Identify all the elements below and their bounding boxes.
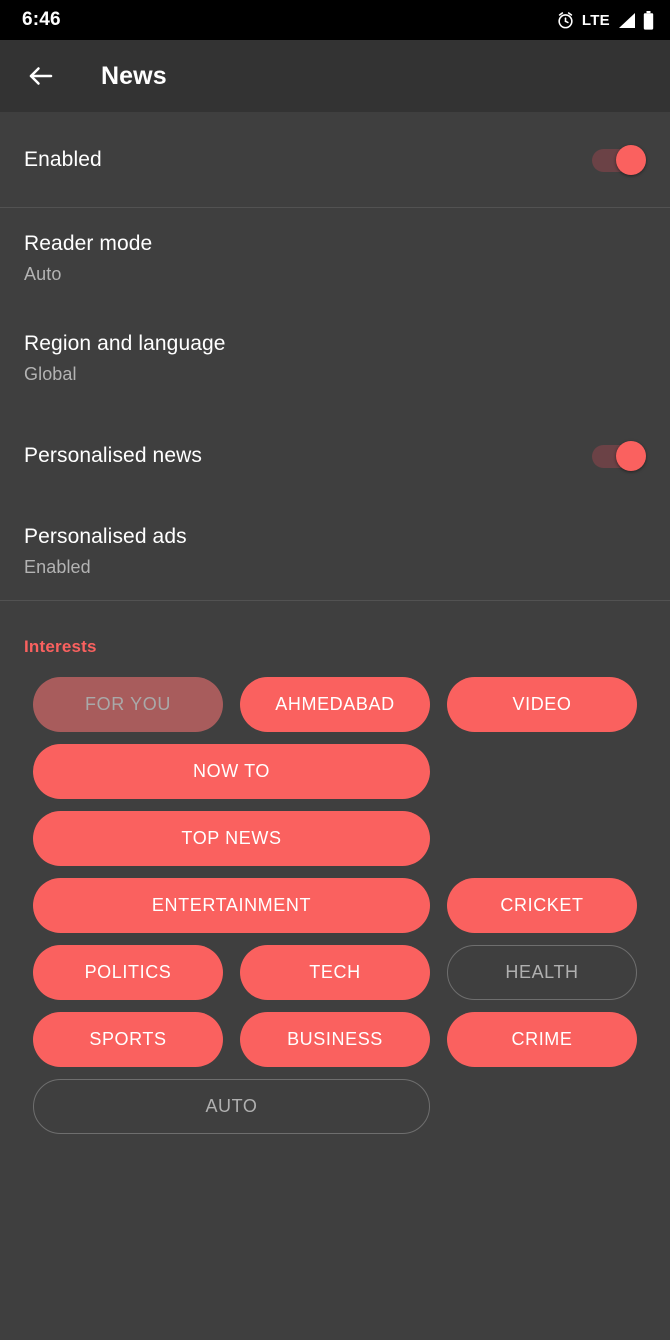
interest-chip-label: POLITICS <box>84 962 172 982</box>
setting-labels-enabled: Enabled <box>24 147 102 173</box>
interest-chip-label: TECH <box>309 962 361 982</box>
interest-chip[interactable]: POLITICS <box>33 945 223 1000</box>
interest-chip[interactable]: SPORTS <box>33 1012 223 1067</box>
setting-title-personalised-news: Personalised news <box>24 443 202 467</box>
status-bar-icons: LTE <box>556 10 654 30</box>
setting-value-personalised-ads: Enabled <box>24 557 91 577</box>
setting-row-reader-mode[interactable]: Reader mode Auto <box>0 208 670 308</box>
back-arrow-icon[interactable] <box>24 59 58 93</box>
toggle-thumb <box>616 144 646 175</box>
toggle-personalised-news[interactable] <box>592 440 646 471</box>
setting-row-region-language[interactable]: Region and language Global <box>0 308 670 408</box>
network-type-label: LTE <box>581 11 610 29</box>
interest-chip[interactable]: AHMEDABAD <box>240 677 430 732</box>
interest-chip-label: AUTO <box>205 1096 258 1116</box>
interest-chip-label: SPORTS <box>89 1029 167 1049</box>
interests-section: Interests FOR YOU AHMEDABAD VIDEO NOW TO TOP… <box>0 601 670 1134</box>
setting-labels-region-language: Region and language Global <box>24 331 226 386</box>
interest-chip[interactable]: VIDEO <box>447 677 637 732</box>
setting-title-region-language: Region and language <box>24 331 226 355</box>
interest-chip[interactable]: AUTO <box>33 1079 430 1134</box>
interest-chip-label: NOW TO <box>193 761 270 781</box>
interest-chip[interactable]: ENTERTAINMENT <box>33 878 430 933</box>
interest-chip-label: AHMEDABAD <box>275 694 395 714</box>
interest-chip-label: FOR YOU <box>85 694 171 714</box>
interest-chip[interactable]: FOR YOU <box>33 677 223 732</box>
interest-chip-label: HEALTH <box>505 962 579 982</box>
setting-title-enabled: Enabled <box>24 147 102 171</box>
settings-list: Enabled Reader mode Auto Region and lang… <box>0 112 670 601</box>
interest-chip-label: VIDEO <box>512 694 572 714</box>
setting-row-personalised-ads[interactable]: Personalised ads Enabled <box>0 503 670 600</box>
interest-chip[interactable]: NOW TO <box>33 744 430 799</box>
interest-chip-label: CRIME <box>511 1029 573 1049</box>
app-bar: News <box>0 40 670 112</box>
setting-value-reader-mode: Auto <box>24 263 62 284</box>
interest-chip-label: ENTERTAINMENT <box>151 895 312 915</box>
toggle-enabled[interactable] <box>592 144 646 175</box>
interest-chip-label: CRICKET <box>500 895 584 915</box>
alarm-clock-icon <box>556 11 575 30</box>
setting-labels-reader-mode: Reader mode Auto <box>24 231 152 286</box>
interest-chip[interactable]: TECH <box>240 945 430 1000</box>
battery-icon <box>643 10 654 30</box>
toggle-thumb <box>616 440 646 471</box>
interest-chip[interactable]: CRIME <box>447 1012 637 1067</box>
interests-header: Interests <box>24 637 97 656</box>
setting-labels-personalised-ads: Personalised ads Enabled <box>24 524 187 579</box>
interest-chip-label: TOP NEWS <box>181 828 282 848</box>
status-bar: 6:46 LTE <box>0 0 670 40</box>
interest-chip[interactable]: HEALTH <box>447 945 637 1000</box>
interest-chip-label: BUSINESS <box>287 1029 383 1049</box>
setting-row-enabled[interactable]: Enabled <box>0 112 670 207</box>
interest-chip[interactable]: CRICKET <box>447 878 637 933</box>
interest-chip[interactable]: BUSINESS <box>240 1012 430 1067</box>
interests-chip-grid: FOR YOU AHMEDABAD VIDEO NOW TO TOP NEWS ENTER… <box>24 677 646 1134</box>
interest-chip[interactable]: TOP NEWS <box>33 811 430 866</box>
setting-row-personalised-news[interactable]: Personalised news <box>0 408 670 503</box>
setting-title-reader-mode: Reader mode <box>24 231 153 255</box>
page-title: News <box>101 61 167 90</box>
setting-title-personalised-ads: Personalised ads <box>24 525 187 548</box>
setting-value-region-language: Global <box>24 363 77 384</box>
status-bar-clock: 6:46 <box>22 9 61 30</box>
setting-labels-personalised-news: Personalised news <box>24 443 202 469</box>
signal-icon <box>617 12 636 29</box>
